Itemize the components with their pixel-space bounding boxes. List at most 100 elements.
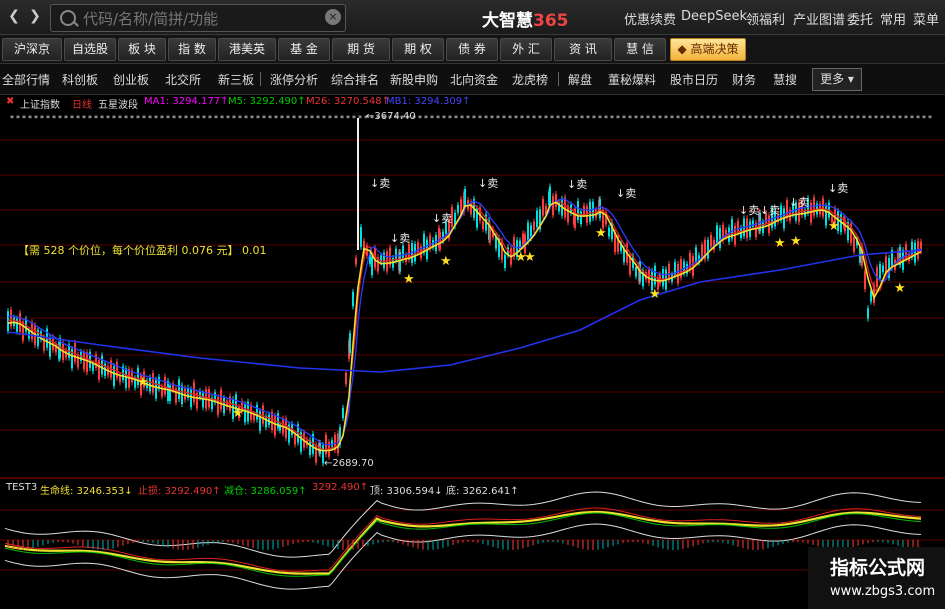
signal-marker: * <box>526 114 530 123</box>
candle-body <box>879 263 881 279</box>
signal-marker: * <box>64 114 68 123</box>
chart-close-icon[interactable]: ✖ <box>6 96 14 107</box>
candle-body <box>648 269 650 284</box>
signal-marker: * <box>844 114 848 123</box>
candle-body <box>169 385 171 402</box>
signal-marker: * <box>694 114 698 123</box>
signal-marker: * <box>178 114 182 123</box>
candle-body <box>355 257 357 265</box>
signal-marker: * <box>832 114 836 123</box>
signal-marker: * <box>544 114 548 123</box>
candle-body <box>217 397 219 415</box>
candle-body <box>719 228 721 248</box>
sub-reduce-value: 减仓: 3286.059↑ <box>224 486 307 497</box>
signal-marker: * <box>532 114 536 123</box>
candle-body <box>737 220 739 233</box>
chart-period[interactable]: 日线 <box>72 96 92 111</box>
sub-bottom-value: 底: 3262.641↑ <box>446 486 519 497</box>
sub-stop-value: 止损: 3292.490↑ <box>138 486 221 497</box>
signal-marker: * <box>676 114 680 123</box>
signal-marker: * <box>328 114 332 123</box>
signal-marker: * <box>718 114 722 123</box>
candle-body <box>371 256 373 276</box>
candle-body <box>822 198 824 217</box>
candle-body <box>360 226 362 247</box>
signal-marker: * <box>136 114 140 123</box>
candle-body <box>864 271 866 290</box>
candle-body <box>885 256 887 272</box>
candle-body <box>504 254 506 269</box>
signal-marker: * <box>736 114 740 123</box>
signal-marker: * <box>622 114 626 123</box>
candle-body <box>256 404 258 420</box>
candle-body <box>599 198 601 219</box>
signal-marker: * <box>688 114 692 123</box>
candle-body <box>533 221 535 231</box>
signal-marker: * <box>904 114 908 123</box>
signal-marker: * <box>868 114 872 123</box>
buy-star-marker: ★ <box>403 272 415 287</box>
signal-marker: * <box>910 114 914 123</box>
signal-marker: * <box>58 114 62 123</box>
signal-marker: * <box>160 114 164 123</box>
signal-marker: * <box>340 114 344 123</box>
candle-body <box>125 368 127 388</box>
signal-marker: * <box>670 114 674 123</box>
candle-body <box>113 366 115 386</box>
candle-body <box>86 352 88 373</box>
signal-marker: * <box>22 114 26 123</box>
signal-marker: * <box>352 114 356 123</box>
candle-body <box>164 376 166 395</box>
candle-body <box>10 309 12 327</box>
signal-marker: * <box>478 114 482 123</box>
candle-body <box>92 363 94 372</box>
candle-body <box>16 318 18 332</box>
signal-marker: * <box>190 114 194 123</box>
signal-marker: * <box>304 114 308 123</box>
signal-marker: * <box>436 114 440 123</box>
buy-star-marker: ★ <box>828 219 840 234</box>
sub-indicator-name: TEST3 <box>6 482 38 493</box>
signal-marker: * <box>142 114 146 123</box>
signal-marker: * <box>502 114 506 123</box>
candle-body <box>184 387 186 400</box>
signal-marker: * <box>232 114 236 123</box>
signal-marker: * <box>292 114 296 123</box>
mb1-value: MB1: 3294.309↑ <box>386 96 471 107</box>
signal-marker: * <box>802 114 806 123</box>
indicator-name: 五星波段 <box>98 100 138 111</box>
sub-life-value: 生命线: 3246.353↓ <box>40 486 133 497</box>
signal-marker: * <box>262 114 266 123</box>
candle-body <box>268 414 270 426</box>
candle-body <box>244 404 246 423</box>
signal-marker: * <box>316 114 320 123</box>
candle-body <box>83 352 85 370</box>
signal-marker: * <box>46 114 50 123</box>
candle-body <box>274 415 276 436</box>
candle-body <box>580 211 582 225</box>
buy-star-marker: ★ <box>774 236 786 251</box>
signal-marker: * <box>154 114 158 123</box>
signal-marker: * <box>598 114 602 123</box>
signal-marker: * <box>52 114 56 123</box>
sell-marker: ↓卖 <box>478 177 498 190</box>
signal-marker: * <box>928 114 932 123</box>
signal-marker: * <box>310 114 314 123</box>
signal-marker: * <box>628 114 632 123</box>
signal-marker: * <box>742 114 746 123</box>
signal-marker: * <box>112 114 116 123</box>
signal-marker: * <box>874 114 878 123</box>
candle-body <box>331 440 333 447</box>
signal-marker: * <box>76 114 80 123</box>
signal-marker: * <box>34 114 38 123</box>
sell-marker: ↓卖 <box>432 212 452 225</box>
signal-marker: * <box>256 114 260 123</box>
signal-marker: * <box>592 114 596 123</box>
high-label: ←3674.40 <box>366 111 416 122</box>
signal-marker: * <box>250 114 254 123</box>
signal-marker: * <box>790 114 794 123</box>
kline-chart[interactable]: * * * * * * * * * * * * * * * * * * * * * * * * * * * * * * * * * * * * * * * *… <box>0 0 945 609</box>
signal-marker: * <box>634 114 638 123</box>
signal-marker: * <box>424 114 428 123</box>
signal-marker: * <box>748 114 752 123</box>
